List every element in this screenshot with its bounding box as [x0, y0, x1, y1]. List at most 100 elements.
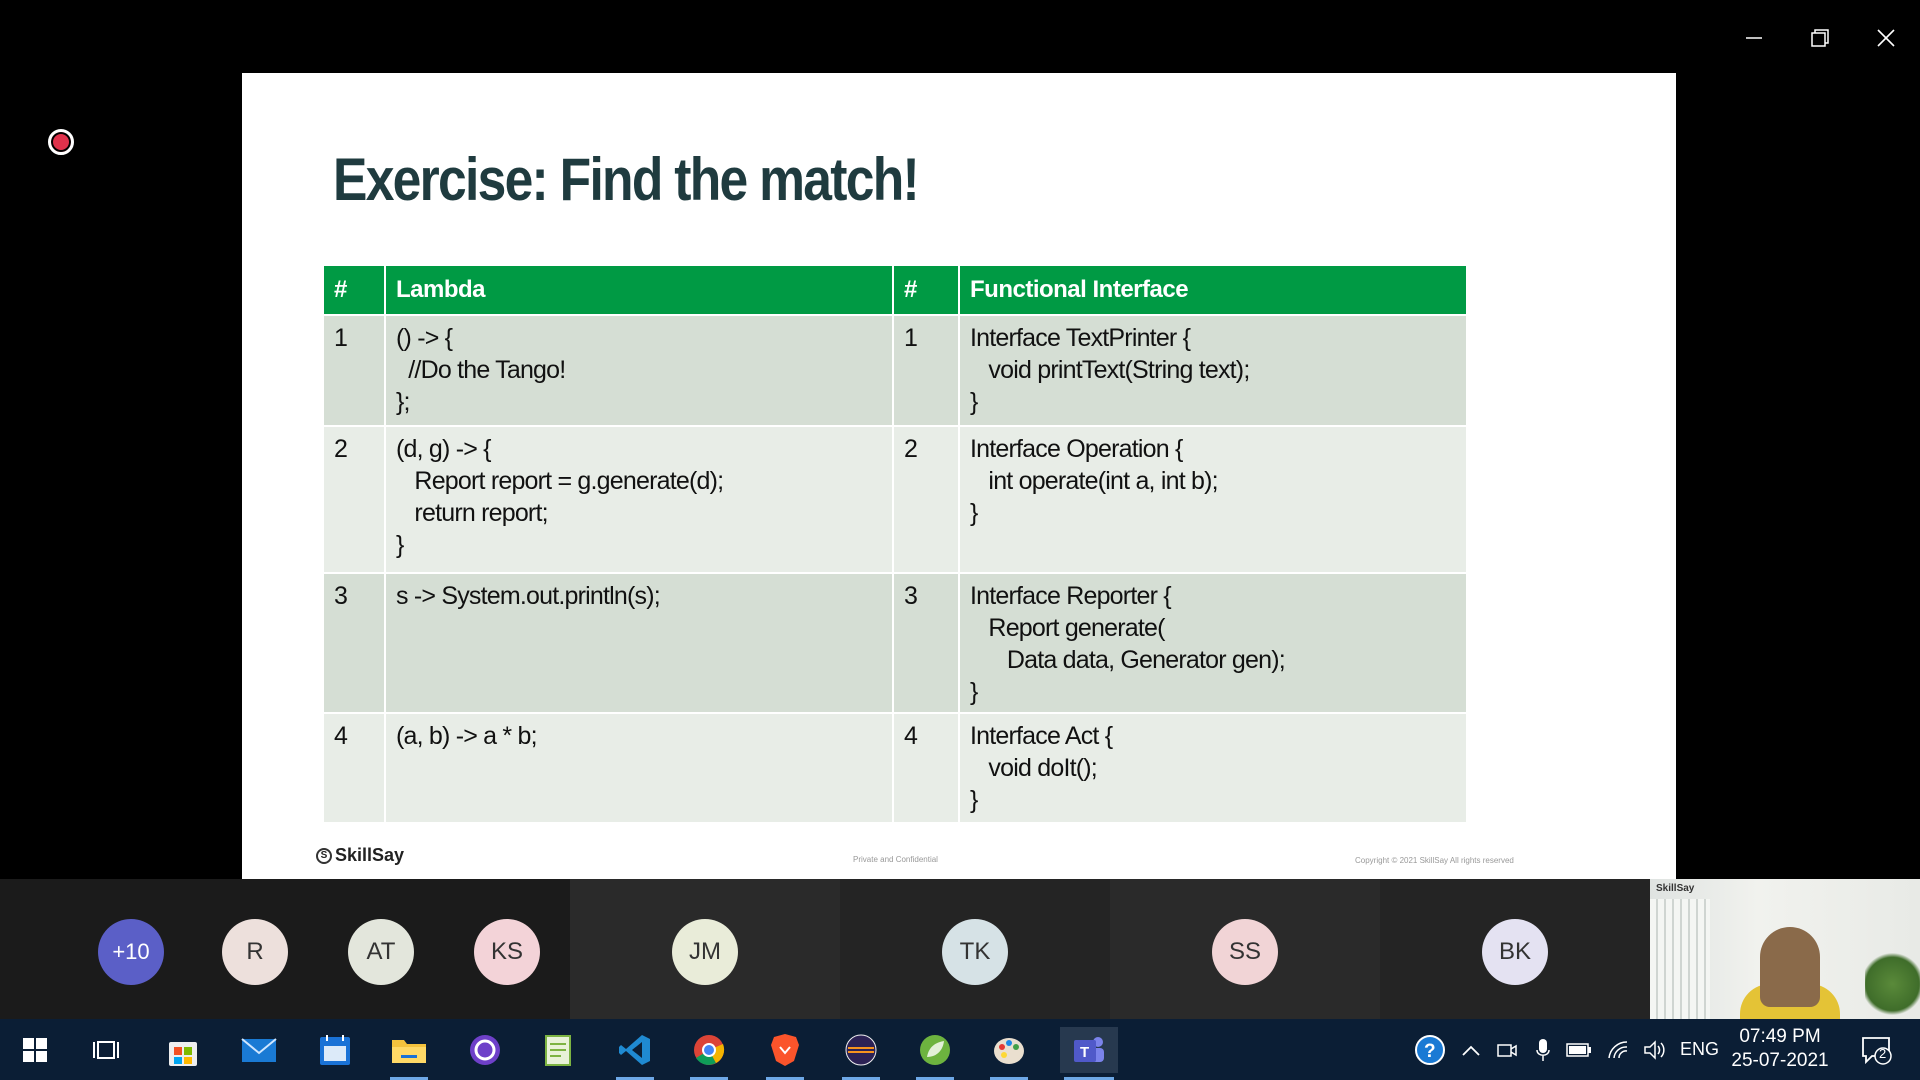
help-icon: ?: [1415, 1035, 1445, 1065]
interface-number: 4: [892, 712, 960, 824]
mail-app[interactable]: [236, 1027, 282, 1073]
lambda-number: 1: [322, 314, 386, 427]
windows-logo-icon: [23, 1038, 47, 1062]
svg-text:?: ?: [1424, 1041, 1436, 1062]
table-row: 4 (a, b) -> a * b; 4 Interface Act { voi…: [322, 712, 1468, 824]
interface-cell: Interface Operation { int operate(int a,…: [958, 425, 1468, 574]
microphone-icon: [1536, 1039, 1550, 1061]
skillsay-logo: S SkillSay: [316, 845, 404, 866]
clock-time: 07:49 PM: [1739, 1026, 1821, 1047]
interface-number: 2: [892, 425, 960, 574]
help-tray-button[interactable]: ?: [1410, 1027, 1450, 1073]
notification-count-badge: 2: [1879, 1046, 1887, 1061]
notepad-app[interactable]: [536, 1027, 582, 1073]
microphone-tray-button[interactable]: [1526, 1027, 1560, 1073]
participant-tile[interactable]: JM: [570, 879, 840, 1019]
speaker-icon: [1644, 1040, 1665, 1060]
github-icon: [470, 1035, 500, 1065]
participant-tile[interactable]: SS: [1110, 879, 1380, 1019]
participant-avatar: JM: [672, 919, 738, 985]
task-view-button[interactable]: [84, 1027, 130, 1073]
paint-palette-icon: [994, 1038, 1024, 1064]
meet-now-tray-button[interactable]: [1490, 1027, 1524, 1073]
copyright-note: Copyright © 2021 SkillSay All rights res…: [1355, 856, 1514, 865]
spring-leaf-icon: [920, 1035, 950, 1065]
start-button[interactable]: [12, 1027, 58, 1073]
eclipse-app[interactable]: [838, 1027, 884, 1080]
participant-group-tile[interactable]: +10 R AT KS: [0, 879, 570, 1019]
chrome-app[interactable]: [686, 1027, 732, 1080]
participant-avatar[interactable]: KS: [474, 919, 540, 985]
interface-cell: Interface Act { void doIt(); }: [958, 712, 1468, 824]
minimize-icon: [1746, 37, 1762, 39]
show-hidden-icons-button[interactable]: [1454, 1027, 1488, 1073]
more-participants-badge[interactable]: +10: [98, 919, 164, 985]
recording-indicator-icon: [48, 129, 74, 155]
input-language-indicator[interactable]: ENG: [1680, 1019, 1719, 1080]
lambda-cell: () -> { //Do the Tango! };: [384, 314, 894, 427]
header-lambda: Lambda: [384, 264, 894, 316]
paint-app[interactable]: [986, 1027, 1032, 1080]
teams-app[interactable]: T: [1060, 1027, 1118, 1080]
volume-tray-button[interactable]: [1638, 1027, 1672, 1073]
spring-tool-suite-app[interactable]: [912, 1027, 958, 1080]
chrome-icon: [694, 1035, 725, 1065]
background-plant: [1865, 949, 1920, 1019]
participant-avatar[interactable]: R: [222, 919, 288, 985]
notification-icon: [1862, 1037, 1892, 1065]
notepad-icon: [545, 1035, 571, 1066]
participant-tile[interactable]: TK: [840, 879, 1110, 1019]
close-button[interactable]: [1866, 18, 1906, 58]
lambda-cell: (a, b) -> a * b;: [384, 712, 894, 824]
clock-date: 25-07-2021: [1731, 1050, 1829, 1071]
folder-icon: [392, 1040, 426, 1063]
minimize-button[interactable]: [1734, 18, 1774, 58]
header-number-1: #: [322, 264, 386, 316]
participant-strip: +10 R AT KS JM TK SS BK: [0, 879, 1650, 1019]
vscode-app[interactable]: [612, 1027, 658, 1080]
restore-icon: [1811, 29, 1829, 47]
header-functional-interface: Functional Interface: [958, 264, 1468, 316]
lambda-number: 3: [322, 572, 386, 714]
microsoft-store-icon: [169, 1042, 197, 1066]
participant-avatar: BK: [1482, 919, 1548, 985]
file-explorer-app[interactable]: [386, 1027, 432, 1080]
header-number-2: #: [892, 264, 960, 316]
brave-app[interactable]: [762, 1027, 808, 1080]
taskbar-clock[interactable]: 07:49 PM 25-07-2021: [1724, 1025, 1836, 1073]
task-view-icon: [93, 1041, 119, 1059]
store-app[interactable]: [160, 1027, 206, 1073]
battery-icon: [1566, 1043, 1591, 1057]
interface-cell: Interface Reporter { Report generate( Da…: [958, 572, 1468, 714]
participant-avatar: TK: [942, 919, 1008, 985]
table-row: 2 (d, g) -> { Report report = g.generate…: [322, 425, 1468, 574]
battery-tray-button[interactable]: [1562, 1027, 1596, 1073]
mail-icon: [241, 1038, 277, 1062]
exercise-table: # Lambda # Functional Interface 1 () -> …: [322, 264, 1468, 824]
lambda-cell: (d, g) -> { Report report = g.generate(d…: [384, 425, 894, 574]
self-view-tag: SkillSay: [1656, 883, 1695, 894]
eclipse-icon: [845, 1034, 877, 1066]
table-row: 3 s -> System.out.println(s); 3 Interfac…: [322, 572, 1468, 714]
participant-tile[interactable]: BK: [1380, 879, 1650, 1019]
interface-cell: Interface TextPrinter { void printText(S…: [958, 314, 1468, 427]
interface-number: 1: [892, 314, 960, 427]
action-center-button[interactable]: 2: [1854, 1027, 1898, 1073]
participant-avatar[interactable]: AT: [348, 919, 414, 985]
title-bar: [0, 0, 1920, 73]
network-tray-button[interactable]: [1602, 1027, 1636, 1073]
restore-button[interactable]: [1800, 18, 1840, 58]
calendar-icon: [320, 1035, 350, 1065]
lambda-number: 2: [322, 425, 386, 574]
presenter-video: [1760, 927, 1820, 1007]
slide-title: Exercise: Find the match!: [333, 146, 920, 213]
self-video-preview[interactable]: SkillSay: [1650, 879, 1920, 1019]
meeting-window: Exercise: Find the match! # Lambda # Fun…: [0, 0, 1920, 1016]
github-desktop-app[interactable]: [462, 1027, 508, 1073]
table-row: 1 () -> { //Do the Tango! }; 1 Interface…: [322, 314, 1468, 427]
participant-avatar: SS: [1212, 919, 1278, 985]
chevron-up-icon: [1462, 1045, 1480, 1056]
lambda-cell: s -> System.out.println(s);: [384, 572, 894, 714]
calendar-app[interactable]: [312, 1027, 358, 1073]
windows-taskbar: T ? ENG 07:49 PM 25-07-2021 2: [0, 1019, 1920, 1080]
